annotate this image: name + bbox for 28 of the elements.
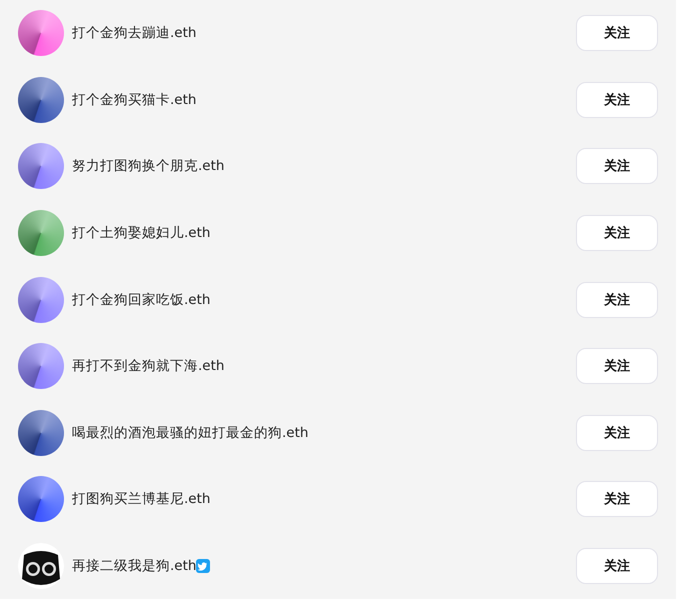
user-row[interactable]: 打图狗买兰博基尼.eth 关注 [0, 466, 676, 533]
owl-avatar-icon [18, 543, 64, 590]
follow-button[interactable]: 关注 [576, 82, 658, 118]
follow-button[interactable]: 关注 [576, 348, 658, 384]
user-row[interactable]: 打个土狗娶媳妇儿.eth 关注 [0, 200, 676, 266]
follow-button[interactable]: 关注 [576, 481, 658, 518]
user-name[interactable]: 打个土狗娶媳妇儿.eth [72, 224, 210, 242]
user-row[interactable]: 打个金狗买猫卡.eth 关注 [0, 66, 676, 134]
user-name[interactable]: 打个金狗回家吃饭.eth [72, 290, 210, 309]
user-name[interactable]: 喝最烈的酒泡最骚的妞打最金的狗.eth [72, 424, 308, 442]
user-row[interactable]: 努力打图狗换个朋克.eth 关注 [0, 133, 676, 200]
follow-button[interactable]: 关注 [576, 548, 658, 584]
user-name[interactable]: 努力打图狗换个朋克.eth [72, 157, 224, 176]
user-row[interactable]: 再打不到金狗就下海.eth 关注 [0, 332, 676, 400]
follow-button[interactable]: 关注 [576, 148, 658, 184]
user-row[interactable]: 打个金狗回家吃饭.eth 关注 [0, 266, 676, 333]
user-name[interactable]: 打个金狗去蹦迪.eth [72, 24, 196, 42]
user-row[interactable]: 打个金狗去蹦迪.eth 关注 [0, 0, 676, 67]
user-name[interactable]: 打图狗买兰博基尼.eth [72, 490, 210, 508]
user-row[interactable]: 喝最烈的酒泡最骚的妞打最金的狗.eth 关注 [0, 400, 676, 466]
user-name[interactable]: 再接二级我是狗.eth [72, 557, 196, 576]
user-row[interactable]: 再接二级我是狗.eth 关注 [0, 532, 676, 600]
user-name[interactable]: 打个金狗买猫卡.eth [72, 90, 196, 109]
follow-button[interactable]: 关注 [576, 215, 658, 252]
user-name[interactable]: 再打不到金狗就下海.eth [72, 357, 224, 376]
follow-button[interactable]: 关注 [576, 414, 658, 451]
follow-button[interactable]: 关注 [576, 15, 658, 52]
follow-button[interactable]: 关注 [576, 282, 658, 318]
